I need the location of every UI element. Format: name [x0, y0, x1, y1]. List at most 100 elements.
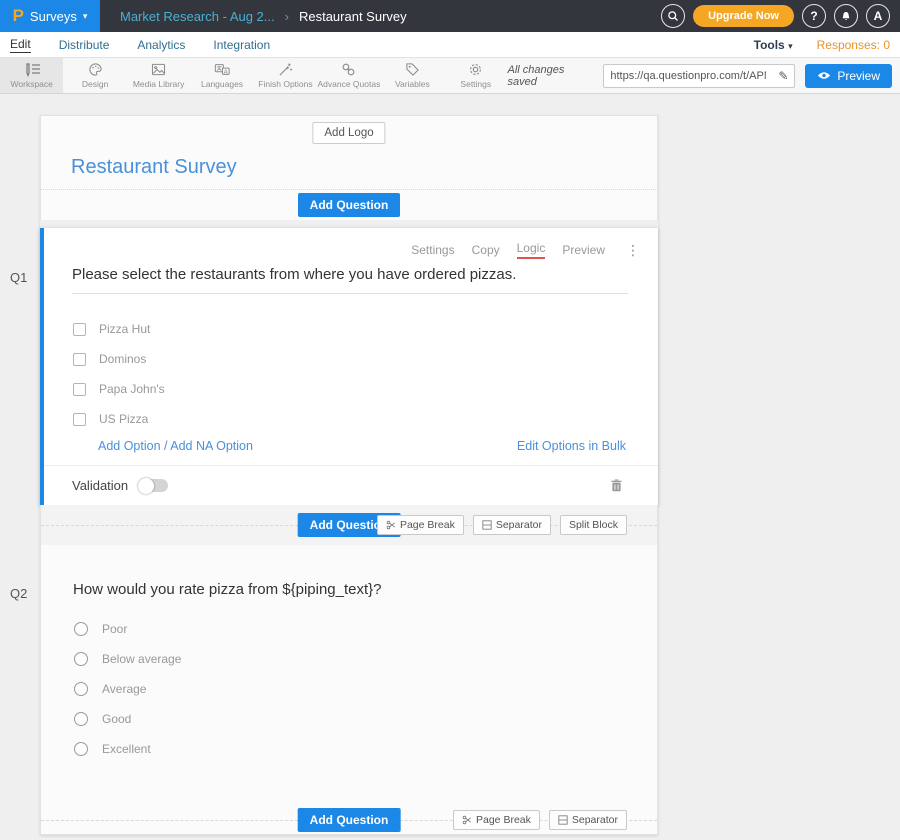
survey-url-input[interactable]: [604, 70, 772, 82]
separator-button[interactable]: Separator: [473, 515, 551, 535]
chain-link-icon: [341, 62, 356, 77]
question-copy-link[interactable]: Copy: [472, 243, 500, 257]
separator-label: Separator: [572, 814, 618, 826]
toolbar-item-media-library[interactable]: Media Library: [127, 58, 190, 93]
question-settings-link[interactable]: Settings: [411, 243, 454, 257]
insert-strip-bottom: Add Question Page Break Separator: [40, 805, 658, 835]
toolbar-item-label: Design: [82, 79, 108, 89]
radio-button[interactable]: [74, 622, 88, 636]
scissors-icon: [386, 520, 396, 530]
breadcrumb-current[interactable]: Restaurant Survey: [299, 9, 407, 24]
chevron-down-icon: ▾: [788, 41, 793, 51]
questionpro-survey-editor: P Surveys ▾ Market Research - Aug 2... ›…: [0, 0, 900, 840]
scissors-icon: [462, 815, 472, 825]
radio-button[interactable]: [74, 742, 88, 756]
app-label: Surveys: [30, 9, 77, 24]
question-preview-link[interactable]: Preview: [562, 243, 605, 257]
question-2-text[interactable]: How would you rate pizza from ${piping_t…: [41, 545, 657, 598]
option-label[interactable]: Papa John's: [99, 382, 165, 396]
separator-button[interactable]: Separator: [549, 810, 627, 830]
tab-edit[interactable]: Edit: [10, 37, 31, 53]
upgrade-button[interactable]: Upgrade Now: [693, 5, 794, 27]
search-button[interactable]: [661, 4, 685, 28]
toolbar-item-design[interactable]: Design: [63, 58, 126, 93]
nav-right: Tools ▾ Responses: 0: [754, 38, 890, 52]
edit-url-icon[interactable]: ✎: [772, 69, 794, 83]
radio-button[interactable]: [74, 652, 88, 666]
question-toolbar: Settings Copy Logic Preview ⋮: [44, 228, 658, 259]
radio-button[interactable]: [74, 682, 88, 696]
toolbar-item-label: Settings: [460, 79, 491, 89]
breadcrumb-folder[interactable]: Market Research - Aug 2...: [120, 9, 275, 24]
option-label[interactable]: Poor: [102, 622, 127, 636]
questionpro-logo: P: [13, 6, 24, 26]
preview-button[interactable]: Preview: [805, 64, 892, 88]
add-question-button[interactable]: Add Question: [298, 808, 401, 832]
option-label[interactable]: Good: [102, 712, 131, 726]
question-2-card[interactable]: How would you rate pizza from ${piping_t…: [40, 545, 658, 805]
delete-question-button[interactable]: [611, 479, 622, 492]
tag-icon: [405, 62, 420, 77]
question-1-text[interactable]: Please select the restaurants from where…: [72, 266, 628, 294]
account-avatar[interactable]: A: [866, 4, 890, 28]
radio-option-row: Average: [74, 674, 657, 704]
toolbar-item-advance-quotas[interactable]: Advance Quotas: [317, 58, 380, 93]
option-label[interactable]: Below average: [102, 652, 181, 666]
tab-integration[interactable]: Integration: [213, 38, 270, 52]
radio-option-row: Below average: [74, 644, 657, 674]
toggle-knob: [138, 478, 154, 494]
magic-wand-icon: [278, 62, 293, 77]
tools-menu[interactable]: Tools ▾: [754, 38, 793, 52]
add-logo-button[interactable]: Add Logo: [312, 122, 385, 144]
notifications-button[interactable]: [834, 4, 858, 28]
checkbox[interactable]: [73, 383, 86, 396]
toolbar-item-finish-options[interactable]: Finish Options: [254, 58, 317, 93]
insert-strip-middle: Add Question Page Break Separator Split …: [40, 505, 658, 545]
palette-icon: [88, 62, 103, 77]
header-actions: Upgrade Now ? A: [661, 4, 900, 28]
option-label[interactable]: US Pizza: [99, 412, 148, 426]
toolbar-item-label: Languages: [201, 79, 243, 89]
tab-analytics[interactable]: Analytics: [137, 38, 185, 52]
split-block-button[interactable]: Split Block: [560, 515, 627, 535]
option-label[interactable]: Dominos: [99, 352, 146, 366]
toolbar-item-label: Advance Quotas: [317, 79, 380, 89]
add-question-strip-top: Add Question: [40, 190, 658, 220]
checkbox-option-row: Papa John's: [73, 374, 658, 404]
validation-row: Validation: [44, 465, 658, 505]
separator-icon: [482, 520, 492, 530]
help-button[interactable]: ?: [802, 4, 826, 28]
page-break-button[interactable]: Page Break: [453, 810, 540, 830]
add-option-link[interactable]: Add Option / Add NA Option: [98, 439, 253, 453]
tools-label: Tools: [754, 38, 785, 52]
survey-title[interactable]: Restaurant Survey: [71, 156, 237, 179]
gear-icon: [468, 62, 483, 77]
option-label[interactable]: Average: [102, 682, 146, 696]
validation-toggle[interactable]: [140, 479, 168, 492]
checkbox[interactable]: [73, 413, 86, 426]
option-label[interactable]: Pizza Hut: [99, 322, 150, 336]
radio-button[interactable]: [74, 712, 88, 726]
question-logic-link[interactable]: Logic: [517, 241, 546, 259]
page-break-button[interactable]: Page Break: [377, 515, 464, 535]
question-1-card[interactable]: Settings Copy Logic Preview ⋮ Please sel…: [40, 228, 658, 505]
toolbar-item-label: Workspace: [11, 79, 53, 89]
surveys-app-menu[interactable]: P Surveys ▾: [0, 0, 100, 32]
card-spacer: [40, 220, 658, 228]
toolbar-item-variables[interactable]: Variables: [381, 58, 444, 93]
svg-text:A: A: [224, 69, 228, 75]
toolbar-item-label: Variables: [395, 79, 430, 89]
checkbox[interactable]: [73, 323, 86, 336]
toolbar-item-languages[interactable]: A Languages: [190, 58, 253, 93]
responses-count[interactable]: Responses: 0: [817, 38, 890, 52]
tab-distribute[interactable]: Distribute: [59, 38, 110, 52]
toolbar-item-settings[interactable]: Settings: [444, 58, 507, 93]
split-block-label: Split Block: [569, 519, 618, 531]
option-label[interactable]: Excellent: [102, 742, 151, 756]
question-2-options: Poor Below average Average Good: [74, 614, 657, 764]
toolbar-item-workspace[interactable]: Workspace: [0, 58, 63, 93]
checkbox[interactable]: [73, 353, 86, 366]
edit-options-in-bulk-link[interactable]: Edit Options in Bulk: [517, 439, 626, 453]
kebab-menu-icon[interactable]: ⋮: [626, 242, 640, 259]
add-question-button[interactable]: Add Question: [298, 193, 401, 217]
